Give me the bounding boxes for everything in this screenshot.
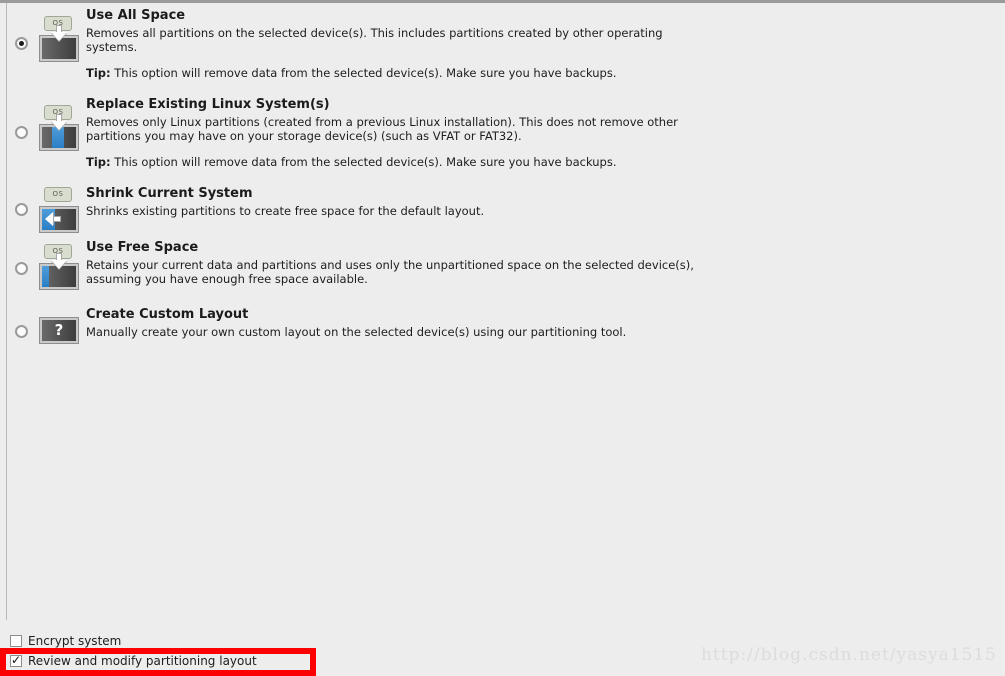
option-text-block: Use Free Space Retains your current data… <box>86 240 696 286</box>
option-text-block: Create Custom Layout Manually create you… <box>86 307 696 339</box>
question-mark-glyph: ? <box>54 321 64 339</box>
option-title: Create Custom Layout <box>86 307 249 322</box>
option-text-block: Use All Space Removes all partitions on … <box>86 8 696 81</box>
disk-os-arrow-left-blue-icon: OS <box>39 187 79 233</box>
option-tip-text: This option will remove data from the se… <box>114 66 617 81</box>
disk-body-icon: ? <box>39 317 79 344</box>
watermark-text: http://blog.csdn.net/yasya1515 <box>700 645 997 665</box>
checkbox-label-encrypt-system: Encrypt system <box>28 634 122 648</box>
option-title: Replace Existing Linux System(s) <box>86 97 330 112</box>
option-description: Removes only Linux partitions (created f… <box>86 115 678 144</box>
partitioning-options-panel: OS Use All Space Removes all partitions … <box>0 0 1005 676</box>
os-tag-label: OS <box>44 187 72 202</box>
panel-top-divider <box>0 0 1005 3</box>
checkbox-encrypt-system[interactable] <box>10 635 22 647</box>
option-title: Use All Space <box>86 8 186 23</box>
checkbox-review-partitioning-layout[interactable] <box>10 653 22 667</box>
disk-partition-fill <box>42 266 50 287</box>
panel-left-divider <box>6 3 7 676</box>
option-text-block: Replace Existing Linux System(s) Removes… <box>86 97 696 170</box>
radio-shrink-current-system[interactable] <box>15 203 28 216</box>
option-description: Shrinks existing partitions to create fr… <box>86 204 485 218</box>
option-tip: Tip: This option will remove data from t… <box>86 66 696 80</box>
disk-os-arrow-down-center-blue-icon: OS <box>39 105 79 151</box>
option-description: Manually create your own custom layout o… <box>86 325 627 339</box>
radio-use-free-space[interactable] <box>15 262 28 275</box>
option-description: Removes all partitions on the selected d… <box>86 26 663 55</box>
disk-os-arrow-down-left-blue-icon: OS <box>39 244 79 290</box>
partitioning-option-list: OS Use All Space Removes all partitions … <box>8 4 998 624</box>
checkbox-label-review-partitioning-layout: Review and modify partitioning layout <box>28 654 257 668</box>
disk-question-mark-icon: ? <box>39 317 79 363</box>
option-title: Use Free Space <box>86 240 199 255</box>
radio-replace-existing-linux-systems[interactable] <box>15 126 28 139</box>
radio-create-custom-layout[interactable] <box>15 325 28 338</box>
option-tip-label: Tip: <box>86 66 111 81</box>
option-tip: Tip: This option will remove data from t… <box>86 155 696 169</box>
radio-use-all-space[interactable] <box>15 37 28 50</box>
option-tip-label: Tip: <box>86 155 111 170</box>
option-tip-text: This option will remove data from the se… <box>114 155 617 170</box>
disk-os-arrow-down-icon: OS <box>39 16 79 62</box>
option-text-block: Shrink Current System Shrinks existing p… <box>86 186 696 218</box>
disk-partition-fill <box>52 127 64 148</box>
option-title: Shrink Current System <box>86 186 253 201</box>
option-description: Retains your current data and partitions… <box>86 258 694 287</box>
